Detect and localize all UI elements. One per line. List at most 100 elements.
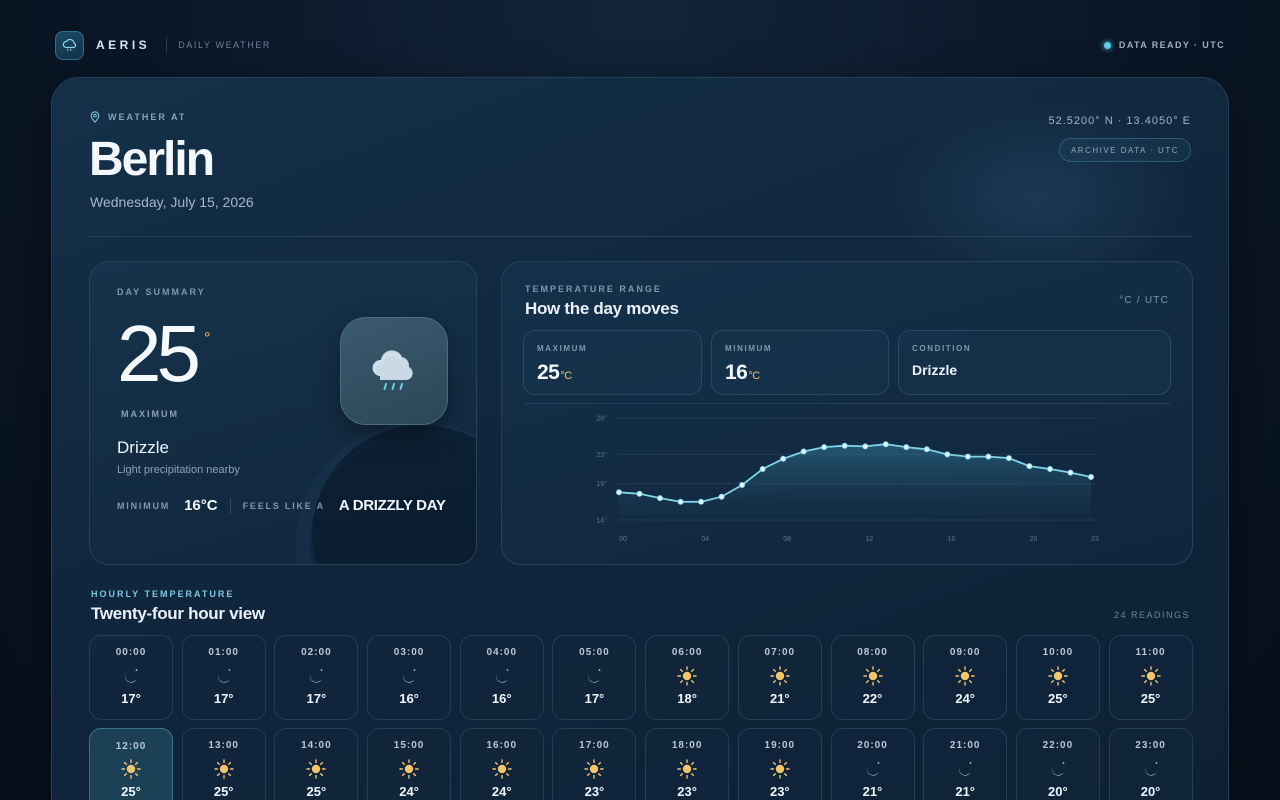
hourly-cell[interactable]: 20:00 21°: [830, 728, 915, 800]
main-card: WEATHER AT Berlin Wednesday, July 15, 20…: [51, 77, 1229, 800]
stat-condition-value: Drizzle: [912, 362, 958, 378]
hourly-cell[interactable]: 01:00 17°: [181, 635, 266, 720]
hourly-time: 10:00: [1042, 647, 1074, 658]
status-dot-icon: [1103, 41, 1111, 49]
temperature-point: [1026, 463, 1033, 470]
hourly-temp: 23°: [584, 784, 605, 799]
hourly-cell[interactable]: 19:00 23°: [737, 728, 822, 800]
moon-icon: [955, 757, 975, 781]
temperature-point: [985, 453, 992, 460]
sun-icon: [954, 664, 976, 688]
sun-icon: [1140, 664, 1162, 688]
location-label: WEATHER AT: [90, 111, 186, 123]
location-pin-icon: [90, 111, 100, 123]
stat-condition-label: CONDITION: [912, 344, 972, 353]
hourly-time: 03:00: [393, 647, 425, 658]
temperature-point: [636, 490, 643, 497]
degree-symbol: °: [204, 330, 211, 347]
x-tick-label: 04: [701, 536, 709, 543]
hourly-temp: 17°: [121, 691, 141, 706]
x-tick-label: 08: [783, 536, 791, 543]
hourly-time: 17:00: [579, 740, 610, 751]
temperature-point: [677, 498, 684, 505]
hourly-time: 05:00: [579, 647, 610, 658]
hourly-cell[interactable]: 15:00 24°: [367, 728, 452, 800]
status-text: DATA READY · UTC: [1118, 40, 1225, 50]
hourly-temp: 20°: [1048, 784, 1068, 799]
hourly-cell[interactable]: 02:00 17°: [274, 635, 359, 720]
top-bar: AERIS DAILY WEATHER DATA READY · UTC: [55, 30, 1225, 60]
day-summary-label: DAY SUMMARY: [117, 287, 206, 297]
hourly-cell[interactable]: 08:00 22°: [830, 635, 915, 720]
temperature-point: [800, 448, 807, 455]
hourly-temp: 21°: [862, 784, 883, 799]
hourly-time: 20:00: [857, 740, 888, 751]
hourly-cell[interactable]: 21:00 21°: [923, 728, 1008, 800]
hourly-label: HOURLY TEMPERATURE: [91, 589, 235, 599]
hourly-cell[interactable]: 03:00 16°: [367, 635, 452, 720]
sun-icon: [583, 757, 605, 781]
hourly-temp: 18°: [677, 691, 697, 706]
y-tick-label: 23°: [596, 451, 607, 459]
hourly-cell[interactable]: 07:00 21°: [737, 635, 822, 720]
hourly-cell[interactable]: 22:00 20°: [1015, 728, 1100, 800]
hourly-count: 24 READINGS: [1113, 610, 1190, 620]
hourly-time: 08:00: [857, 647, 888, 658]
header-divider: [89, 236, 1191, 237]
stat-maximum-unit: °C: [560, 370, 572, 382]
sun-icon: [862, 664, 884, 688]
hourly-cell[interactable]: 18:00 23°: [645, 728, 730, 800]
temperature-point: [1067, 469, 1074, 476]
hourly-cell[interactable]: 12:00 25°: [89, 728, 173, 800]
status-indicator: DATA READY · UTC: [1103, 40, 1225, 50]
hourly-cell[interactable]: 14:00 25°: [274, 728, 359, 800]
hourly-temp: 24°: [399, 784, 419, 799]
hourly-cell[interactable]: 16:00 24°: [459, 728, 544, 800]
moon-icon: [121, 664, 141, 688]
hourly-temp: 25°: [306, 784, 327, 799]
moon-icon: [863, 757, 883, 781]
x-tick-label: 16: [947, 536, 955, 543]
temperature-point: [616, 489, 623, 496]
hourly-time: 04:00: [486, 647, 518, 658]
brand-name: AERIS: [96, 38, 151, 52]
hourly-cell[interactable]: 09:00 24°: [923, 635, 1008, 720]
hourly-time: 09:00: [949, 647, 981, 658]
hourly-cell[interactable]: 00:00 17°: [89, 635, 173, 720]
hourly-cell[interactable]: 06:00 18°: [645, 635, 730, 720]
hourly-time: 15:00: [393, 740, 425, 751]
sun-icon: [769, 757, 791, 781]
archive-badge[interactable]: ARCHIVE DATA · UTC: [1058, 138, 1191, 162]
hourly-cell[interactable]: 04:00 16°: [459, 635, 544, 720]
hourly-cell[interactable]: 11:00 25°: [1108, 635, 1193, 720]
hourly-time: 13:00: [208, 740, 239, 751]
x-tick-label: 12: [865, 536, 873, 543]
logo-cloud-icon[interactable]: [55, 30, 84, 60]
hourly-cell[interactable]: 17:00 23°: [552, 728, 637, 800]
sun-icon: [676, 757, 698, 781]
stat-maximum: MAXIMUM 25°C: [523, 330, 702, 395]
hourly-temp: 21°: [769, 691, 790, 706]
sun-icon: [398, 757, 420, 781]
max-temperature: 25: [117, 309, 201, 398]
summary-stats-row: MINIMUM 16°C FEELS LIKE A A DRIZZLY DAY: [117, 497, 446, 514]
hourly-temp: 25°: [121, 784, 141, 799]
hourly-cell[interactable]: 05:00 17°: [552, 635, 637, 720]
temperature-point: [821, 444, 828, 451]
hourly-temp: 24°: [491, 784, 512, 799]
hourly-time: 16:00: [486, 740, 518, 751]
hourly-temp: 17°: [584, 691, 605, 706]
hourly-cell[interactable]: 10:00 25°: [1015, 635, 1100, 720]
hourly-temp: 16°: [491, 691, 512, 706]
hourly-cell[interactable]: 23:00 20°: [1108, 728, 1193, 800]
hourly-cell[interactable]: 13:00 25°: [181, 728, 266, 800]
range-label: TEMPERATURE RANGE: [525, 284, 662, 294]
temperature-point: [1088, 474, 1095, 481]
hourly-time: 12:00: [115, 741, 147, 752]
range-title: How the day moves: [525, 299, 679, 318]
temperature-chart: 14° 19° 23° 28° 00 04 08 12 16 20 23: [596, 415, 1099, 544]
stat-condition: CONDITION Drizzle: [898, 330, 1171, 395]
moon-icon: [584, 664, 604, 688]
hourly-time: 23:00: [1135, 740, 1166, 751]
sun-icon: [120, 757, 142, 781]
